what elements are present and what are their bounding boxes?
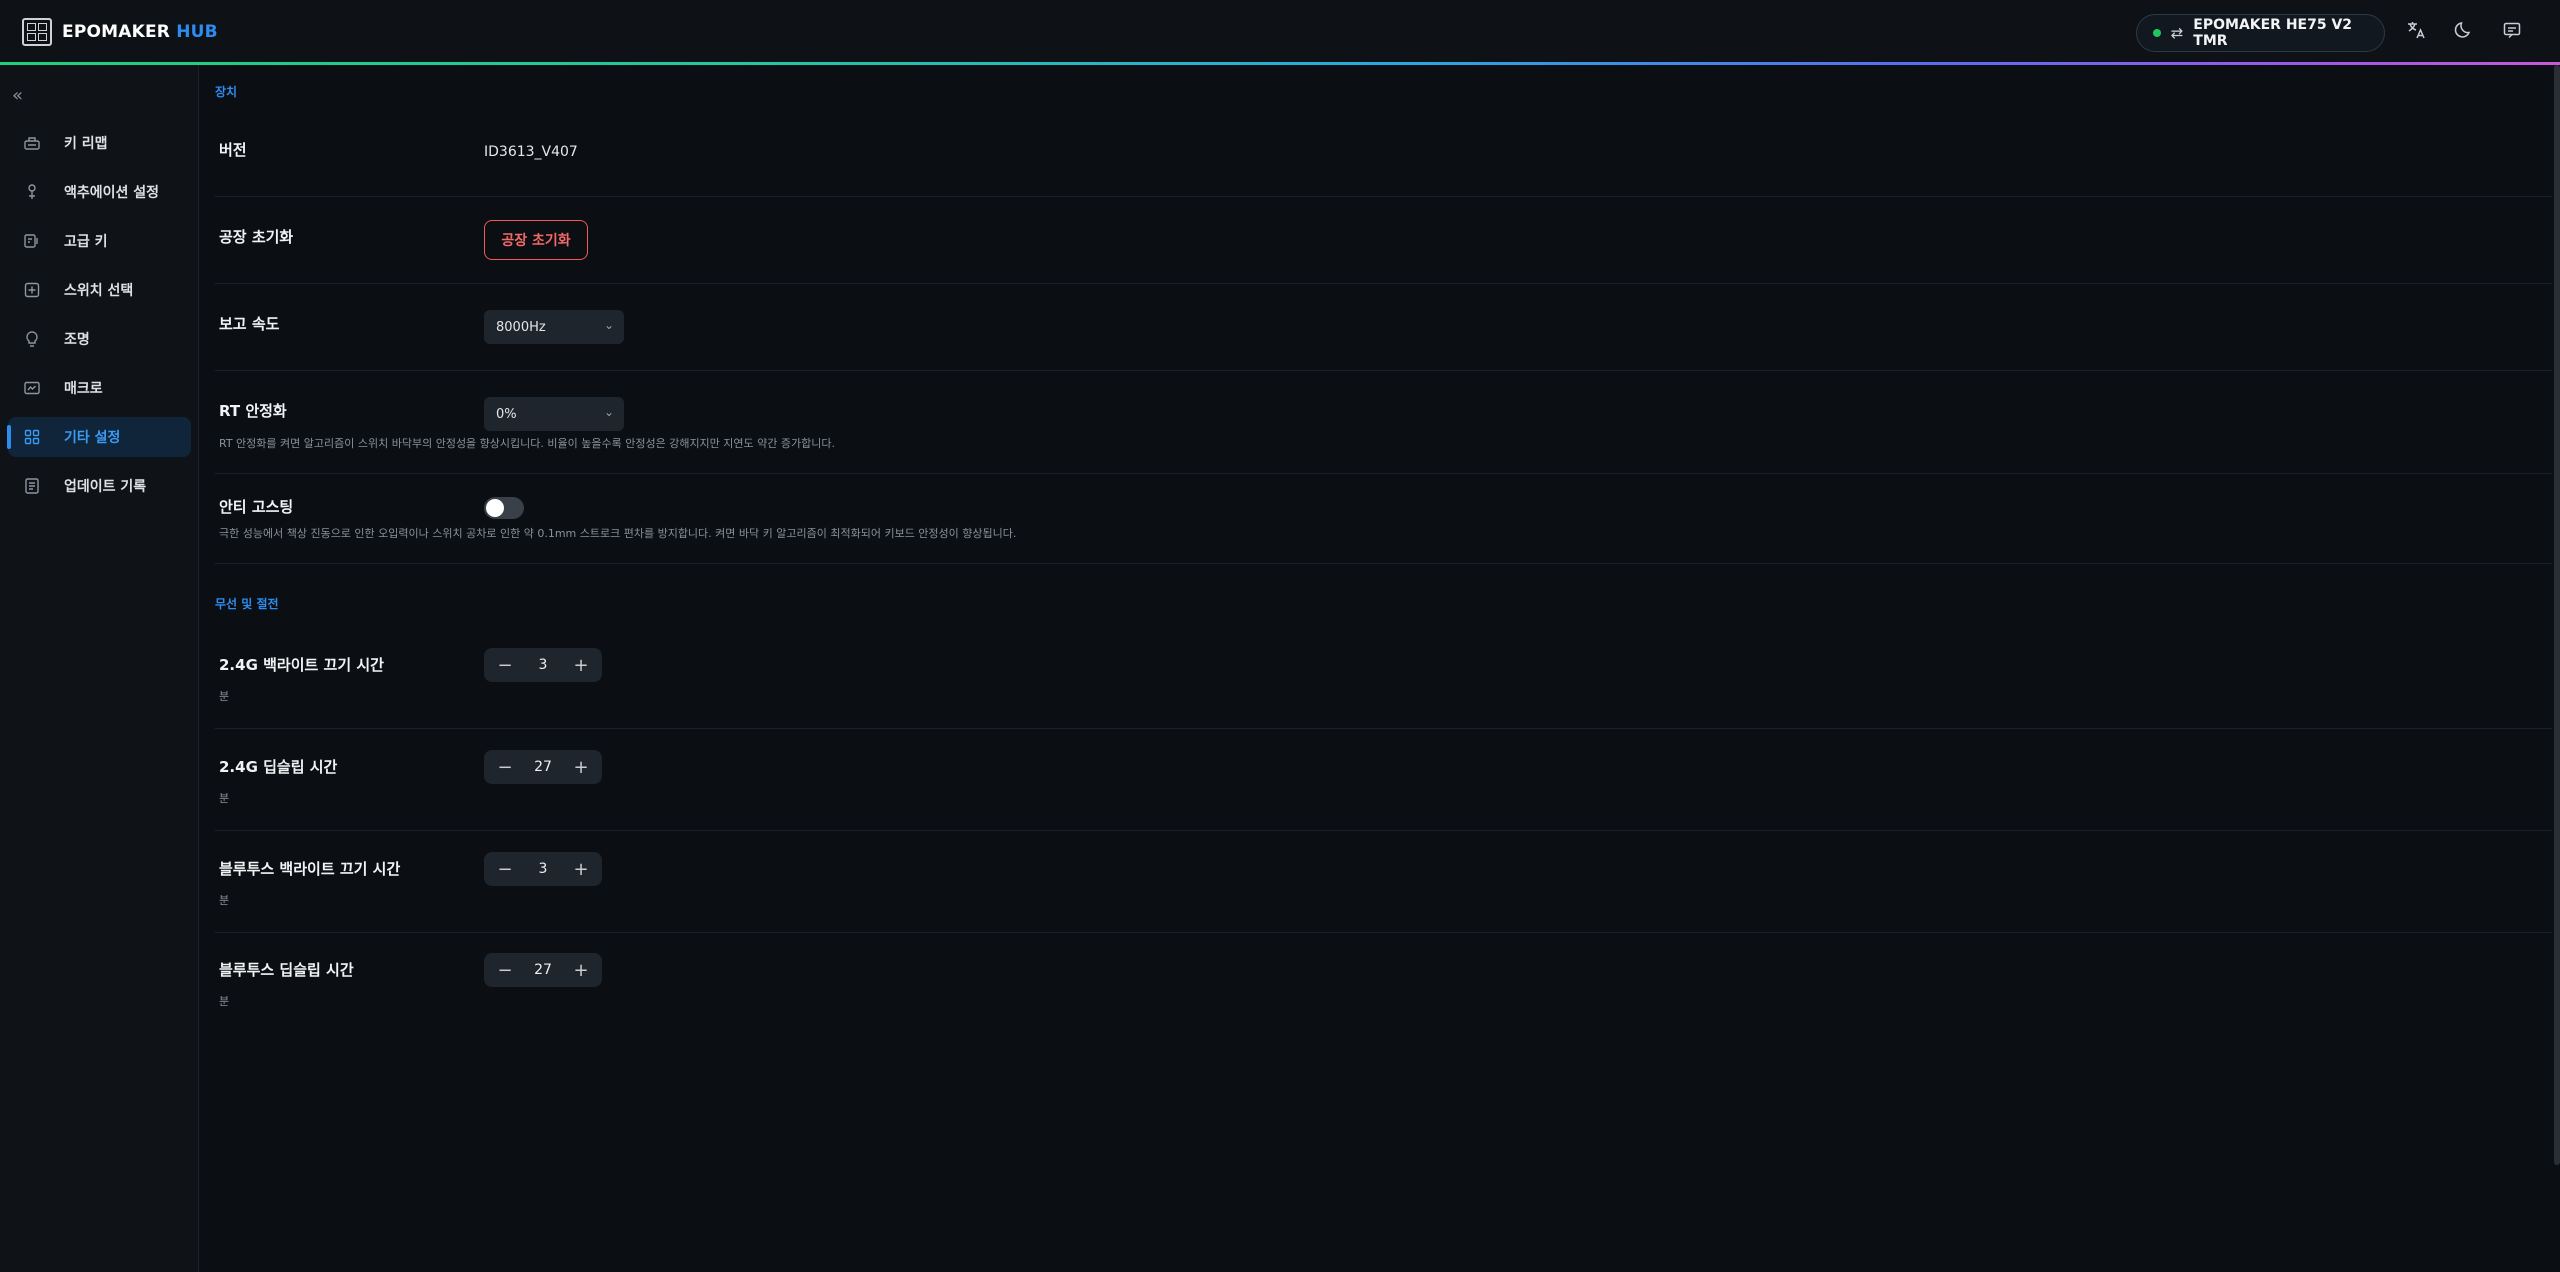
sidebar-item-macro[interactable]: 매크로 xyxy=(8,368,191,408)
report-rate-value: 8000Hz xyxy=(496,319,546,335)
sidebar-item-switch-select[interactable]: 스위치 선택 xyxy=(8,270,191,310)
unit-label: 분 xyxy=(219,995,230,1008)
stepper-value[interactable]: 27 xyxy=(534,962,552,978)
sidebar-item-other-settings[interactable]: 기타 설정 xyxy=(7,417,191,457)
wireless-setting-label: 블루투스 딥슬립 시간 xyxy=(219,961,354,979)
factory-reset-label: 공장 초기화 xyxy=(219,228,294,246)
main-content: 장치 버전 ID3613_V407 공장 초기화 공장 초기화 보고 속도 80… xyxy=(200,65,2554,1272)
rt-stabilization-select[interactable]: 0% ⌄ xyxy=(484,397,624,431)
wireless-setting-label: 2.4G 딥슬립 시간 xyxy=(219,758,338,776)
toggle-knob xyxy=(486,499,504,517)
chevron-down-icon: ⌄ xyxy=(603,318,614,332)
wireless-setting-label: 블루투스 백라이트 끄기 시간 xyxy=(219,860,401,878)
plus-button[interactable]: + xyxy=(572,655,590,676)
sidebar-item-update-history[interactable]: 업데이트 기록 xyxy=(8,466,191,506)
app-header: EPOMAKER HUB ⇄ EPOMAKER HE75 V2 TMR xyxy=(0,0,2560,64)
stepper-value[interactable]: 3 xyxy=(539,861,548,877)
rt-stabilization-value: 0% xyxy=(496,406,517,422)
anti-ghosting-description: 극한 성능에서 책상 진동으로 인한 오입력이나 스위치 공차로 인한 약 0.… xyxy=(219,527,1017,540)
chat-icon[interactable] xyxy=(2500,20,2524,44)
app-logo: EPOMAKER HUB xyxy=(22,18,218,46)
minus-button[interactable]: − xyxy=(496,655,514,676)
advanced-key-icon xyxy=(22,231,42,251)
swap-icon: ⇄ xyxy=(2170,24,2184,42)
translate-icon[interactable] xyxy=(2404,20,2428,44)
moon-icon[interactable] xyxy=(2452,20,2476,44)
unit-label: 분 xyxy=(219,894,230,907)
device-name: EPOMAKER HE75 V2 TMR xyxy=(2193,17,2353,49)
section-title-device: 장치 xyxy=(215,85,238,99)
stepper-value[interactable]: 3 xyxy=(539,657,548,673)
macro-icon xyxy=(22,378,42,398)
wireless-setting-label: 2.4G 백라이트 끄기 시간 xyxy=(219,656,384,674)
version-value: ID3613_V407 xyxy=(484,144,578,160)
connection-status-dot xyxy=(2153,29,2161,37)
stepper-value[interactable]: 27 xyxy=(534,759,552,775)
anti-ghosting-toggle[interactable] xyxy=(484,497,524,519)
version-label: 버전 xyxy=(219,141,247,159)
scrollbar[interactable] xyxy=(2554,65,2560,1165)
unit-label: 분 xyxy=(219,792,230,805)
switch-icon xyxy=(22,280,42,300)
plus-button[interactable]: + xyxy=(572,757,590,778)
rt-stabilization-description: RT 안정화를 켜면 알고리즘이 스위치 바닥부의 안정성을 향상시킵니다. 비… xyxy=(219,437,835,450)
document-icon xyxy=(22,476,42,496)
anti-ghosting-label: 안티 고스팅 xyxy=(219,498,294,516)
section-title-wireless: 무선 및 절전 xyxy=(215,597,279,611)
bulb-icon xyxy=(22,329,42,349)
sidebar-item-key-remap[interactable]: 키 리맵 xyxy=(8,123,191,163)
factory-reset-button[interactable]: 공장 초기화 xyxy=(484,220,588,260)
rt-stabilization-label: RT 안정화 xyxy=(219,402,287,420)
collapse-sidebar-icon[interactable]: « xyxy=(12,85,23,106)
minus-button[interactable]: − xyxy=(496,859,514,880)
report-rate-label: 보고 속도 xyxy=(219,315,280,333)
sidebar-item-actuation[interactable]: 액추에이션 설정 xyxy=(8,172,191,212)
keyboard-icon xyxy=(22,133,42,153)
chevron-down-icon: ⌄ xyxy=(603,405,614,419)
actuation-icon xyxy=(22,182,42,202)
quantity-stepper: − 27 + xyxy=(484,750,602,784)
plus-button[interactable]: + xyxy=(572,960,590,981)
sidebar: « 키 리맵 액추에이션 설정 고급 키 스위치 선택 조명 매크로 기타 설정… xyxy=(0,65,199,1272)
report-rate-select[interactable]: 8000Hz ⌄ xyxy=(484,310,624,344)
sidebar-item-advanced-key[interactable]: 고급 키 xyxy=(8,221,191,261)
brand-name: EPOMAKER HUB xyxy=(62,22,218,42)
quantity-stepper: − 3 + xyxy=(484,648,602,682)
minus-button[interactable]: − xyxy=(496,757,514,778)
minus-button[interactable]: − xyxy=(496,960,514,981)
sidebar-item-lighting[interactable]: 조명 xyxy=(8,319,191,359)
unit-label: 분 xyxy=(219,690,230,703)
anti-ghosting-row xyxy=(215,474,2552,564)
device-selector[interactable]: ⇄ EPOMAKER HE75 V2 TMR xyxy=(2136,14,2385,52)
quantity-stepper: − 27 + xyxy=(484,953,602,987)
quantity-stepper: − 3 + xyxy=(484,852,602,886)
logo-icon xyxy=(22,18,52,46)
grid-icon xyxy=(22,427,42,447)
plus-button[interactable]: + xyxy=(572,859,590,880)
